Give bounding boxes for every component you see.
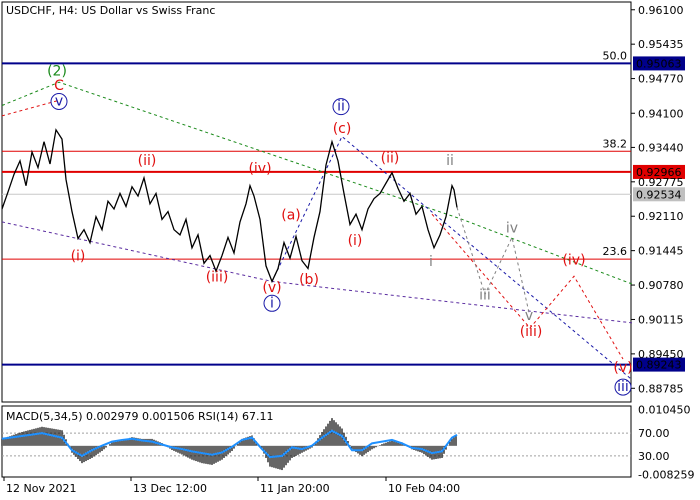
chart-canvas: 50.00.950630.9296638.223.60.892430.92534… bbox=[0, 0, 700, 500]
indicator-tick-label: 70.00 bbox=[638, 427, 670, 440]
wave-label: (b) bbox=[299, 272, 319, 288]
wave-label: (c) bbox=[333, 121, 352, 137]
wave-label: iii bbox=[479, 288, 491, 304]
price-level-label: 0.95063 bbox=[636, 57, 682, 70]
chart-background bbox=[0, 0, 700, 500]
fib-level-label: 38.2 bbox=[603, 137, 628, 150]
y-tick-label: 0.94100 bbox=[638, 107, 684, 120]
wave-label: i bbox=[429, 254, 433, 270]
wave-label: (iv) bbox=[562, 252, 585, 268]
wave-label: (iii) bbox=[520, 324, 543, 340]
fib-level-label: 50.0 bbox=[603, 49, 628, 62]
wave-label: (v) bbox=[262, 280, 281, 296]
wave-label: v bbox=[55, 93, 63, 109]
y-tick-label: 0.90780 bbox=[638, 279, 684, 292]
y-tick-label: 0.88785 bbox=[638, 382, 684, 395]
wave-label: (ii) bbox=[381, 150, 400, 166]
y-tick-label: 0.92775 bbox=[638, 176, 684, 189]
wave-label: iv bbox=[506, 220, 518, 236]
wave-label: (iv) bbox=[248, 161, 271, 177]
indicator-tick-label: -0.008259 bbox=[638, 468, 694, 481]
wave-label: iii bbox=[617, 379, 629, 395]
y-tick-label: 0.89450 bbox=[638, 348, 684, 361]
fib-level-label: 23.6 bbox=[603, 245, 628, 258]
wave-label: i bbox=[270, 295, 274, 311]
y-tick-label: 0.92110 bbox=[638, 210, 684, 223]
y-tick-label: 0.96100 bbox=[638, 4, 684, 17]
symbol-info: USDCHF, H4: US Dollar vs Swiss Franc bbox=[6, 4, 215, 17]
y-tick-label: 0.91445 bbox=[638, 245, 684, 258]
indicator-tick-label: 0.010450 bbox=[638, 404, 691, 417]
wave-label: v bbox=[525, 308, 533, 324]
wave-label: ii bbox=[446, 153, 454, 169]
wave-label: (ii) bbox=[138, 153, 157, 169]
current-price-label: 0.92534 bbox=[636, 188, 682, 201]
x-tick-label: 12 Nov 2021 bbox=[6, 482, 76, 495]
wave-label: (i) bbox=[348, 233, 363, 249]
wave-label: (iii) bbox=[206, 269, 229, 285]
x-tick-label: 10 Feb 04:00 bbox=[388, 482, 460, 495]
indicator-info: MACD(5,34,5) 0.002979 0.001506 RSI(14) 6… bbox=[6, 410, 273, 423]
x-tick-label: 13 Dec 12:00 bbox=[133, 482, 207, 495]
y-tick-label: 0.90115 bbox=[638, 313, 684, 326]
wave-label: (i) bbox=[71, 249, 86, 265]
y-tick-label: 0.95435 bbox=[638, 38, 684, 51]
wave-label: (v) bbox=[613, 360, 632, 376]
wave-label: (a) bbox=[281, 207, 301, 223]
wave-label: C bbox=[54, 78, 64, 94]
y-tick-label: 0.94770 bbox=[638, 73, 684, 86]
y-tick-label: 0.93440 bbox=[638, 141, 684, 154]
indicator-tick-label: 30.00 bbox=[638, 450, 670, 463]
x-tick-label: 11 Jan 20:00 bbox=[260, 482, 330, 495]
wave-label: ii bbox=[337, 99, 345, 115]
